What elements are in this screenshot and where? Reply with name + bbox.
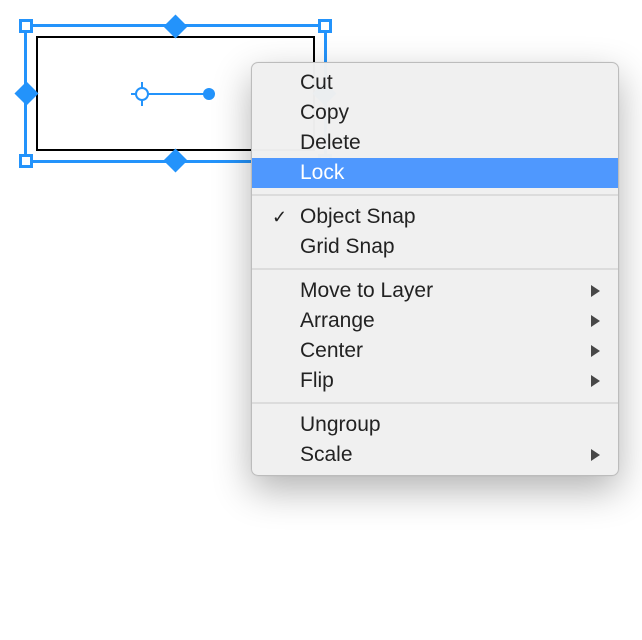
context-menu: Cut Copy Delete Lock Object Snap ✓ Grid Snap Mo…	[251, 62, 619, 476]
menu-item-label: Arrange	[300, 309, 375, 332]
menu-item-label: Grid Snap	[300, 235, 395, 258]
resize-handle-w[interactable]	[14, 81, 38, 105]
menu-item-cut[interactable]: Cut	[252, 68, 618, 98]
menu-separator	[252, 268, 618, 270]
menu-item-label: Move to Layer	[300, 279, 433, 302]
menu-item-label: Delete	[300, 131, 361, 154]
menu-item-lock[interactable]: Lock	[252, 158, 618, 188]
menu-item-label: Object Snap	[300, 205, 416, 228]
checkmark-icon: ✓	[272, 202, 287, 232]
anchor-indicator[interactable]	[131, 82, 221, 106]
submenu-arrow-icon	[591, 449, 600, 461]
menu-item-copy[interactable]: Copy	[252, 98, 618, 128]
menu-item-label: Center	[300, 339, 363, 362]
menu-item-label: Flip	[300, 369, 334, 392]
resize-handle-s[interactable]	[163, 148, 187, 172]
menu-separator	[252, 194, 618, 196]
menu-item-ungroup[interactable]: Ungroup	[252, 410, 618, 440]
anchor-dot-icon	[203, 88, 215, 100]
menu-item-delete[interactable]: Delete	[252, 128, 618, 158]
anchor-circle-icon	[135, 87, 149, 101]
anchor-line-icon	[153, 93, 207, 95]
menu-item-object-snap[interactable]: Object Snap ✓	[252, 202, 618, 232]
resize-handle-ne[interactable]	[318, 19, 332, 33]
submenu-arrow-icon	[591, 375, 600, 387]
resize-handle-n[interactable]	[163, 14, 187, 38]
menu-item-center[interactable]: Center	[252, 336, 618, 366]
menu-item-label: Ungroup	[300, 413, 381, 436]
menu-item-scale[interactable]: Scale	[252, 440, 618, 470]
submenu-arrow-icon	[591, 315, 600, 327]
submenu-arrow-icon	[591, 285, 600, 297]
menu-item-move-to-layer[interactable]: Move to Layer	[252, 276, 618, 306]
menu-item-label: Lock	[300, 161, 344, 184]
menu-item-label: Copy	[300, 101, 349, 124]
submenu-arrow-icon	[591, 345, 600, 357]
menu-item-flip[interactable]: Flip	[252, 366, 618, 396]
menu-item-label: Scale	[300, 443, 353, 466]
menu-item-arrange[interactable]: Arrange	[252, 306, 618, 336]
menu-item-label: Cut	[300, 71, 333, 94]
resize-handle-sw[interactable]	[19, 154, 33, 168]
resize-handle-nw[interactable]	[19, 19, 33, 33]
menu-item-grid-snap[interactable]: Grid Snap	[252, 232, 618, 262]
menu-separator	[252, 402, 618, 404]
